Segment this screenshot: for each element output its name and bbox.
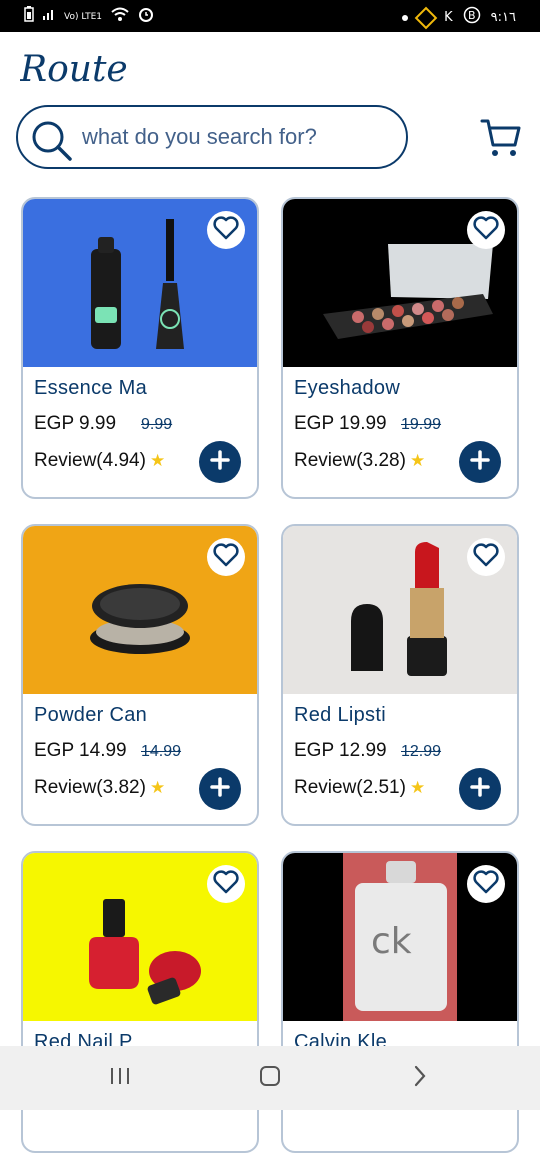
product-image-eyeshadow[interactable] — [283, 199, 517, 367]
review-text: Review(3.82) — [34, 777, 146, 798]
binance-icon — [414, 6, 438, 30]
clock-time: ٩:١٦ — [490, 10, 516, 25]
review-text: Review(3.28) — [294, 450, 406, 471]
add-to-cart-button[interactable] — [459, 768, 501, 810]
add-to-cart-button[interactable] — [199, 441, 241, 483]
product-image-powder[interactable] — [23, 526, 257, 694]
favorite-button[interactable] — [207, 538, 245, 576]
back-button[interactable] — [405, 1064, 435, 1092]
heart-icon — [213, 542, 239, 572]
search-icon — [30, 119, 72, 161]
favorite-button[interactable] — [467, 538, 505, 576]
product-title[interactable]: Essence Ma — [34, 377, 147, 400]
svg-text:Route: Route — [20, 49, 128, 88]
favorite-button[interactable] — [467, 211, 505, 249]
product-review: Review(4.94) ★ — [34, 450, 165, 472]
product-card-lipstick[interactable]: Red Lipsti EGP 12.99 12.99 Review(2.51) ★ — [281, 524, 519, 826]
product-price: EGP 14.99 — [34, 740, 127, 761]
plus-icon — [470, 449, 490, 475]
product-image-nail-polish[interactable] — [23, 853, 257, 1021]
product-review: Review(3.28) ★ — [294, 450, 425, 472]
product-card-powder[interactable]: Powder Can EGP 14.99 14.99 Review(3.82) ★ — [21, 524, 259, 826]
k-icon: K — [444, 10, 453, 25]
recent-apps-button[interactable] — [105, 1064, 135, 1092]
product-image-perfume[interactable]: ck — [283, 853, 517, 1021]
heart-icon — [473, 542, 499, 572]
add-to-cart-button[interactable] — [199, 768, 241, 810]
product-card-eyeshadow[interactable]: Eyeshadow EGP 19.99 19.99 Review(3.28) ★ — [281, 197, 519, 499]
product-image-mascara[interactable] — [23, 199, 257, 367]
favorite-button[interactable] — [207, 865, 245, 903]
search-bar[interactable]: what do you search for? — [16, 105, 408, 169]
product-price: EGP 19.99 — [294, 413, 387, 434]
android-navigation-bar — [0, 1046, 540, 1110]
notification-dot-icon — [402, 15, 409, 21]
heart-icon — [213, 215, 239, 245]
heart-icon — [473, 215, 499, 245]
star-icon: ★ — [149, 778, 166, 797]
favorite-button[interactable] — [207, 211, 245, 249]
product-title[interactable]: Red Lipsti — [294, 704, 386, 727]
battery-icon — [24, 6, 34, 28]
product-review: Review(2.51) ★ — [294, 777, 425, 799]
product-title[interactable]: Powder Can — [34, 704, 147, 727]
b-icon: B — [463, 6, 481, 30]
home-button[interactable] — [255, 1064, 285, 1092]
product-review: Review(3.82) ★ — [34, 777, 165, 799]
plus-icon — [210, 776, 230, 802]
product-old-price: 19.99 — [401, 416, 442, 433]
recent-apps-icon — [109, 1066, 131, 1091]
star-icon: ★ — [409, 451, 426, 470]
product-price: EGP 9.99 — [34, 413, 117, 434]
plus-icon — [210, 449, 230, 475]
product-old-price: 14.99 — [141, 743, 182, 760]
alarm-icon — [138, 6, 154, 28]
wifi-icon — [110, 6, 130, 28]
product-title[interactable]: Eyeshadow — [294, 377, 400, 400]
route-logo: Route — [19, 48, 130, 90]
home-icon — [259, 1065, 281, 1092]
search-placeholder: what do you search for? — [82, 124, 317, 149]
product-old-price: 9.99 — [141, 416, 173, 433]
product-card-essence[interactable]: Essence Ma EGP 9.99 9.99 Review(4.94) ★ — [21, 197, 259, 499]
product-image-lipstick[interactable] — [283, 526, 517, 694]
heart-icon — [473, 869, 499, 899]
plus-icon — [470, 776, 490, 802]
favorite-button[interactable] — [467, 865, 505, 903]
heart-icon — [213, 869, 239, 899]
product-old-price: 12.99 — [401, 743, 442, 760]
status-left: Vo) LTE1 — [24, 6, 154, 28]
status-right: K B ٩:١٦ — [402, 6, 516, 30]
review-text: Review(2.51) — [294, 777, 406, 798]
product-price: EGP 12.99 — [294, 740, 387, 761]
chevron-right-icon — [412, 1065, 428, 1092]
add-to-cart-button[interactable] — [459, 441, 501, 483]
svg-text:ck: ck — [371, 921, 412, 962]
status-bar: Vo) LTE1 K B ٩:١٦ — [0, 0, 540, 32]
review-text: Review(4.94) — [34, 450, 146, 471]
cart-icon[interactable] — [480, 116, 522, 160]
carrier-label: Vo) LTE1 — [64, 11, 103, 22]
star-icon: ★ — [409, 778, 426, 797]
star-icon: ★ — [149, 451, 166, 470]
svg-text:B: B — [468, 9, 476, 22]
signal-icon — [42, 7, 56, 27]
